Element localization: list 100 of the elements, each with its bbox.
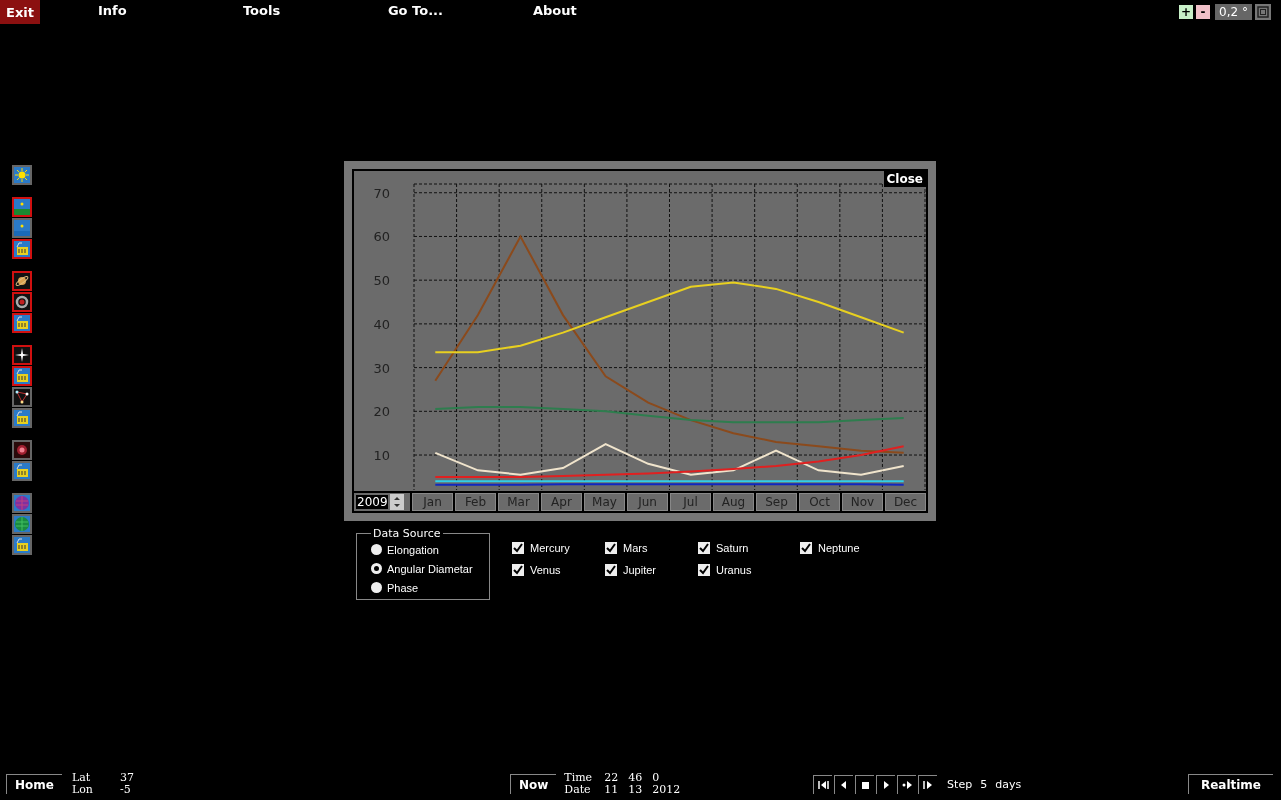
fast-forward-button[interactable] [897,774,917,794]
time-label: Time [564,772,594,784]
time-value: 0 [652,772,661,784]
counter-icon [14,463,30,479]
checkbox[interactable] [512,564,524,576]
coordinate-label: Lat [71,772,92,784]
horizon-icon [14,220,30,236]
landscape-icon [14,199,30,215]
radio-button[interactable] [371,544,382,555]
radio-button[interactable] [371,563,382,574]
close-button[interactable]: Close [883,171,926,187]
home-button[interactable]: Home [6,774,62,794]
planet-checkbox[interactable]: Mars [605,537,698,559]
toolbar-button[interactable] [12,271,32,291]
checkbox-label: Venus [530,564,561,576]
y-axis-label: 20 [373,404,390,420]
checkbox[interactable] [512,542,524,554]
play-button[interactable] [876,774,896,794]
radio-label: Phase [387,581,419,594]
step-label: Step [947,777,973,791]
ring-icon [14,294,30,310]
checkmark-icon [698,542,710,554]
planet-icon [14,495,30,511]
menu-item[interactable]: Info [97,0,243,21]
menu-item[interactable]: About [532,0,678,21]
checkmark-icon [512,542,524,554]
menu-item[interactable]: Go To... [387,0,533,21]
y-axis-label: 50 [373,273,390,289]
step-value: 5 [980,777,988,791]
nebula-icon [14,442,30,458]
toolbar-button[interactable] [12,440,32,460]
radio-label: Elongation [387,543,439,556]
exit-menu[interactable]: Exit [0,0,40,24]
fullscreen-button[interactable] [1255,4,1271,20]
zoom-in-button[interactable]: + [1179,5,1194,19]
time-value: 22 [604,772,620,784]
y-axis-label: 70 [373,185,390,201]
menu-item[interactable]: Tools [242,0,388,21]
skip-back-icon [817,778,830,791]
now-button[interactable]: Now [509,774,557,794]
planet-checkbox[interactable]: Saturn [698,537,800,559]
globe-icon [14,516,30,532]
coordinate-value: -5 [119,784,132,796]
date-label: Date [564,784,592,796]
checkbox[interactable] [698,542,710,554]
checkbox[interactable] [698,564,710,576]
checkbox[interactable] [605,564,617,576]
back-button[interactable] [834,774,854,794]
counter-icon [14,368,30,384]
constellation-icon [14,389,30,405]
coordinate-label: Lon [71,784,94,796]
planet-checkbox[interactable]: Venus [512,559,605,581]
checkbox-label: Mars [623,542,648,554]
step-unit: days [995,777,1022,791]
zoom-out-button[interactable]: - [1196,5,1211,19]
sun-icon [14,167,30,183]
group-title: Data Source [372,527,442,540]
counter-icon [14,410,30,426]
radio-option[interactable]: Phase [371,578,419,597]
radio-label: Angular Diametar [387,562,473,575]
radio-button[interactable] [371,582,382,593]
stop-button[interactable] [855,774,875,794]
y-axis-label: 60 [373,229,390,245]
checkmark-icon [800,542,812,554]
checkmark-icon [605,564,617,576]
date-value: 13 [628,784,644,796]
checkmark-icon [698,564,710,576]
checkbox[interactable] [605,542,617,554]
checkbox[interactable] [800,542,812,554]
checkbox-label: Saturn [716,542,749,554]
toolbar-button[interactable] [12,345,32,365]
fast-forward-icon [901,778,914,791]
skip-back-button[interactable] [813,774,833,794]
date-value: 11 [604,784,620,796]
counter-icon [14,315,30,331]
counter-icon [14,537,30,553]
planet-checkbox[interactable]: Uranus [698,559,800,581]
checkbox-label: Uranus [716,564,752,576]
checkmark-icon [605,542,617,554]
toolbar-button[interactable] [12,387,32,407]
radio-option[interactable]: Elongation [371,540,439,559]
checkbox-label: Neptune [818,542,860,554]
planet-checkbox[interactable]: Mercury [512,537,605,559]
date-value: 2012 [652,784,682,796]
planet-checkbox[interactable]: Neptune [800,537,890,559]
square-icon [1257,6,1269,18]
y-axis-label: 30 [373,360,390,376]
checkbox-label: Mercury [530,542,570,554]
radio-option[interactable]: Angular Diametar [371,559,473,578]
counter-icon [14,241,30,257]
toolbar-button[interactable] [12,292,32,312]
planet-checkbox[interactable]: Jupiter [605,559,698,581]
year-field[interactable]: 2009 [356,495,388,509]
coordinate-value: 37 [119,772,134,784]
realtime-button[interactable]: Realtime [1187,774,1273,794]
ringed-planet-icon [14,273,30,289]
checkmark-icon [512,564,524,576]
year-spinner[interactable]: 2009 [354,493,410,511]
y-axis-label: 10 [373,448,390,464]
checkbox-label: Jupiter [623,564,657,576]
